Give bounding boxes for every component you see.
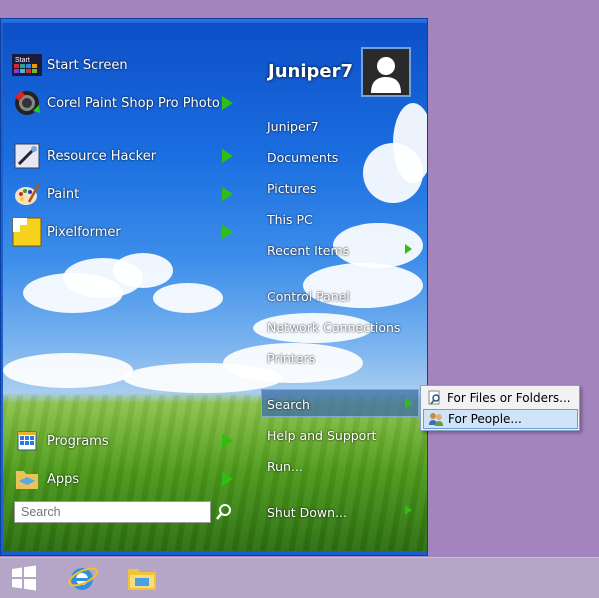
menu-item-apps[interactable]: Apps bbox=[11, 464, 243, 494]
windows-start-icon[interactable] bbox=[0, 558, 48, 598]
menu-item-network-connections[interactable]: Network Connections bbox=[267, 320, 400, 335]
menu-item-control-panel[interactable]: Control Panel bbox=[267, 289, 350, 304]
submenu-item-label: For Files or Folders... bbox=[447, 391, 571, 405]
submenu-arrow-icon bbox=[405, 505, 412, 515]
paintshop-icon bbox=[11, 88, 43, 118]
apps-icon bbox=[11, 464, 43, 494]
start-screen-icon: Start bbox=[11, 50, 43, 80]
submenu-arrow-icon bbox=[222, 149, 233, 163]
programs-icon bbox=[11, 426, 43, 456]
submenu-arrow-icon bbox=[222, 187, 233, 201]
menu-item-user-folder[interactable]: Juniper7 bbox=[267, 119, 319, 134]
menu-item-help-support[interactable]: Help and Support bbox=[267, 428, 376, 443]
menu-item-programs[interactable]: Programs bbox=[11, 426, 243, 456]
menu-item-start-screen[interactable]: Start Start Screen bbox=[11, 50, 243, 80]
submenu-arrow-icon bbox=[222, 434, 233, 448]
search-files-icon bbox=[427, 390, 443, 406]
search-icon[interactable] bbox=[215, 503, 233, 521]
resource-hacker-icon bbox=[11, 141, 43, 171]
paint-palette-icon bbox=[11, 179, 43, 209]
menu-item-label: Paint bbox=[47, 186, 80, 202]
menu-item-label: Programs bbox=[47, 433, 109, 449]
menu-item-pixelformer[interactable]: Pixelformer bbox=[11, 217, 243, 247]
menu-item-label: Apps bbox=[47, 471, 80, 487]
start-menu: Start Start Screen Corel Paint Shop Pro … bbox=[0, 18, 428, 556]
menu-item-label: Pixelformer bbox=[47, 224, 121, 240]
svg-text:Start: Start bbox=[15, 57, 30, 64]
menu-item-recent-items[interactable]: Recent Items bbox=[267, 243, 349, 258]
search-input[interactable] bbox=[14, 501, 211, 523]
menu-item-this-pc[interactable]: This PC bbox=[267, 212, 313, 227]
submenu-item-files-folders[interactable]: For Files or Folders... bbox=[423, 388, 578, 408]
menu-item-printers[interactable]: Printers bbox=[267, 351, 315, 366]
submenu-arrow-icon bbox=[222, 472, 233, 486]
submenu-item-label: For People... bbox=[448, 412, 522, 426]
menu-bottom-border bbox=[1, 551, 427, 555]
menu-item-documents[interactable]: Documents bbox=[267, 150, 338, 165]
pixelformer-icon bbox=[11, 217, 43, 247]
people-icon bbox=[428, 411, 444, 427]
menu-item-label: Resource Hacker bbox=[47, 148, 157, 164]
submenu-arrow-icon bbox=[222, 96, 233, 110]
menu-item-shut-down[interactable]: Shut Down... bbox=[267, 505, 347, 520]
menu-item-label: Start Screen bbox=[47, 57, 128, 73]
menu-item-label: Corel Paint Shop Pro Photo bbox=[47, 95, 220, 111]
menu-item-search[interactable]: Search bbox=[267, 397, 310, 412]
user-name: Juniper7 bbox=[268, 61, 353, 82]
submenu-item-people[interactable]: For People... bbox=[423, 409, 578, 429]
user-avatar[interactable] bbox=[361, 47, 411, 97]
menu-item-resource-hacker[interactable]: Resource Hacker bbox=[11, 141, 243, 171]
search-submenu: For Files or Folders... For People... bbox=[420, 385, 580, 431]
file-explorer-icon[interactable] bbox=[118, 558, 166, 598]
submenu-arrow-icon bbox=[405, 398, 412, 408]
menu-item-run[interactable]: Run... bbox=[267, 459, 303, 474]
submenu-arrow-icon bbox=[222, 225, 233, 239]
menu-item-pictures[interactable]: Pictures bbox=[267, 181, 317, 196]
menu-item-paintshop[interactable]: Corel Paint Shop Pro Photo bbox=[11, 88, 243, 118]
submenu-arrow-icon bbox=[405, 244, 412, 254]
taskbar bbox=[0, 557, 599, 598]
menu-item-paint[interactable]: Paint bbox=[11, 179, 243, 209]
internet-explorer-icon[interactable] bbox=[58, 558, 106, 598]
